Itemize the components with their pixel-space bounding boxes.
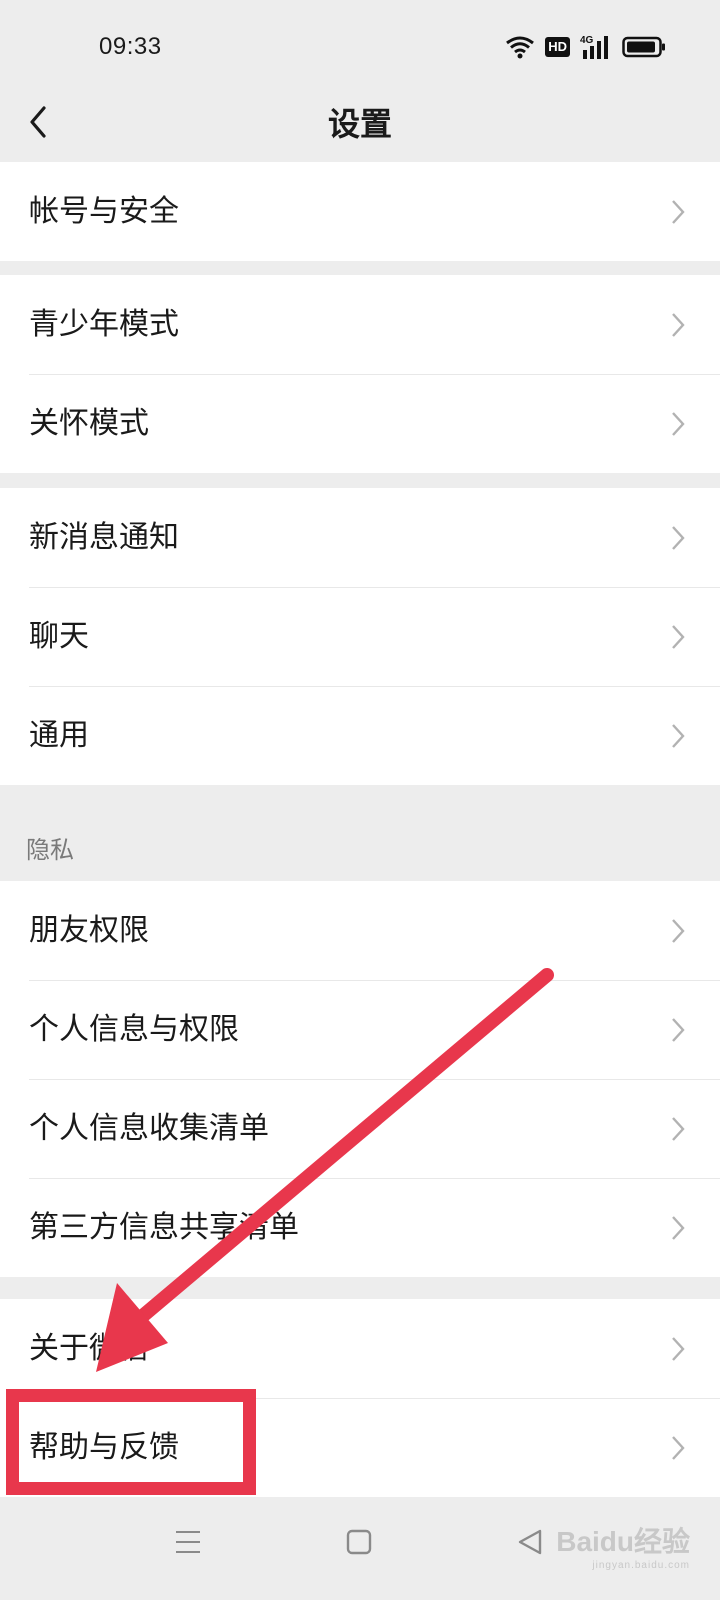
settings-item-info-collection-list[interactable]: 个人信息收集清单 [0,1079,720,1178]
item-label: 个人信息收集清单 [29,1111,269,1146]
chevron-right-icon [672,724,685,748]
back-triangle-icon[interactable] [516,1528,544,1556]
item-label: 个人信息与权限 [29,1012,239,1047]
settings-item-chat[interactable]: 聊天 [0,587,720,686]
watermark-subtext: jingyan.baidu.com [592,1560,690,1571]
page-title: 设置 [327,105,392,143]
group-about: 关于微信 帮助与反馈 [0,1299,720,1497]
chevron-right-icon [672,1117,685,1141]
group-modes: 青少年模式 关怀模式 [0,275,720,473]
group-general: 新消息通知 聊天 通用 [0,488,720,785]
chevron-right-icon [672,412,685,436]
item-label: 朋友权限 [29,913,149,948]
settings-item-friend-permissions[interactable]: 朋友权限 [0,881,720,980]
chevron-right-icon [672,1018,685,1042]
settings-item-help-feedback[interactable]: 帮助与反馈 [0,1398,720,1497]
chevron-right-icon [672,526,685,550]
settings-item-about-wechat[interactable]: 关于微信 [0,1299,720,1398]
nav-bar: 设置 [0,96,720,164]
item-label: 帐号与安全 [29,194,179,229]
home-square-icon[interactable] [345,1528,373,1556]
chevron-right-icon [672,1337,685,1361]
item-label: 帮助与反馈 [29,1430,179,1465]
settings-item-personal-info-permissions[interactable]: 个人信息与权限 [0,980,720,1079]
status-icons: HD 4G [505,32,666,62]
item-label: 关于微信 [29,1331,149,1366]
settings-item-teen-mode[interactable]: 青少年模式 [0,275,720,374]
settings-item-account-security[interactable]: 帐号与安全 [0,162,720,261]
status-time: 09:33 [99,33,162,60]
chevron-right-icon [672,625,685,649]
hd-badge: HD [545,37,570,57]
wifi-icon [506,36,535,59]
item-label: 新消息通知 [29,520,179,555]
item-label: 第三方信息共享清单 [29,1210,299,1245]
battery-icon [622,36,665,58]
status-bar: 09:33 HD 4G [0,0,720,96]
item-label: 聊天 [29,619,89,654]
item-label: 通用 [29,718,89,753]
chevron-right-icon [672,200,685,224]
watermark-text: Baidu经验 [556,1526,690,1557]
signal-icon: 4G [580,35,608,59]
section-header-privacy: 隐私 [26,836,74,864]
chevron-right-icon [672,919,685,943]
chevron-right-icon [672,1436,685,1460]
group-account: 帐号与安全 [0,162,720,261]
menu-icon[interactable] [174,1528,202,1556]
settings-item-care-mode[interactable]: 关怀模式 [0,374,720,473]
group-privacy: 朋友权限 个人信息与权限 个人信息收集清单 第三方信息共享清单 [0,881,720,1277]
settings-item-third-party-sharing-list[interactable]: 第三方信息共享清单 [0,1178,720,1277]
settings-item-general[interactable]: 通用 [0,686,720,785]
chevron-right-icon [672,313,685,337]
settings-item-notifications[interactable]: 新消息通知 [0,488,720,587]
baidu-watermark: Baidu经验 jingyan.baidu.com [556,1520,690,1571]
item-label: 青少年模式 [29,307,179,342]
item-label: 关怀模式 [29,406,149,441]
chevron-right-icon [672,1216,685,1240]
network-type: 4G [580,35,594,46]
